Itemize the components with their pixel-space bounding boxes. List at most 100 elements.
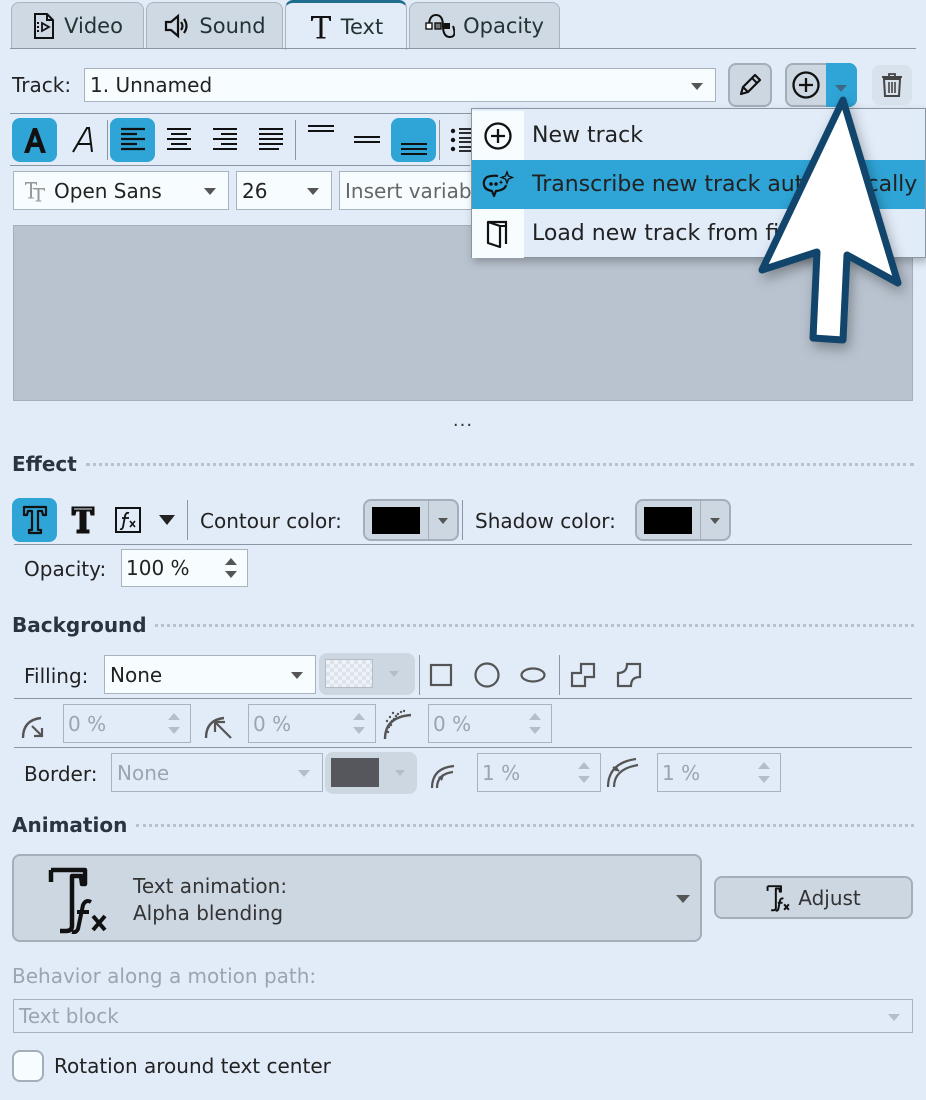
valign-middle-button[interactable] (345, 118, 389, 162)
spin-up-icon[interactable] (168, 713, 180, 720)
border-width-inner-icon (428, 758, 460, 790)
corner-softness-spinner[interactable]: 0 % (428, 704, 552, 743)
contour-color-button[interactable] (363, 499, 459, 541)
tab-sound[interactable]: Sound (146, 2, 283, 49)
align-left-icon (119, 127, 147, 153)
text-contour-button[interactable] (61, 498, 105, 542)
spin-up-icon[interactable] (758, 762, 770, 769)
shape-step-button[interactable] (566, 658, 600, 692)
opacity-spinner[interactable]: 100 % (121, 549, 248, 587)
separator (107, 120, 108, 160)
text-animation-select[interactable]: Text animation: Alpha blending (12, 854, 702, 942)
spin-down-icon[interactable] (353, 727, 365, 734)
corner-radius-spinner-2[interactable]: 0 % (248, 704, 376, 743)
shape-rectangle-button[interactable] (426, 658, 456, 692)
fx-icon (114, 506, 142, 534)
align-right-button[interactable] (203, 118, 247, 162)
corner-radius-value-2: 0 % (253, 711, 292, 736)
corner-radius-out-icon (203, 710, 233, 740)
border-color-button[interactable] (325, 752, 417, 794)
text-animation-icon (47, 866, 113, 934)
text-fill-button[interactable] (12, 498, 57, 542)
adjust-animation-button[interactable]: Adjust (714, 876, 913, 919)
bold-button[interactable] (12, 118, 57, 162)
insert-variable-placeholder: Insert variable (345, 178, 479, 203)
justify-button[interactable] (249, 118, 293, 162)
spin-down-icon[interactable] (529, 727, 541, 734)
font-size-select[interactable]: 26 (236, 171, 332, 210)
text-animation-value: Alpha blending (133, 901, 284, 925)
pointer-arrow-icon (745, 90, 915, 350)
section-divider (136, 824, 914, 827)
track-select[interactable]: 1. Unnamed (84, 68, 716, 102)
tab-opacity[interactable]: Opacity (409, 2, 560, 49)
video-file-icon (32, 13, 56, 39)
chevron-down-icon (888, 1014, 900, 1021)
font-select[interactable]: Open Sans (13, 171, 229, 210)
border-width-value-1: 1 % (482, 760, 521, 785)
tab-text[interactable]: Text (285, 0, 407, 50)
filling-label: Filling: (24, 664, 89, 688)
align-center-button[interactable] (157, 118, 201, 162)
bullet-list-button[interactable] (444, 118, 474, 162)
spin-down-icon[interactable] (225, 571, 237, 578)
chevron-down-icon (204, 188, 216, 195)
separator (439, 120, 440, 160)
align-center-icon (165, 127, 193, 153)
spin-up-icon[interactable] (225, 558, 237, 565)
rotation-checkbox[interactable] (12, 1050, 44, 1082)
tab-video[interactable]: Video (11, 2, 144, 49)
effect-section-title: Effect (12, 452, 77, 476)
plus-circle-icon (483, 121, 513, 151)
corner-radius-value-1: 0 % (68, 711, 107, 736)
spin-up-icon[interactable] (578, 762, 590, 769)
separator (187, 500, 188, 540)
shape-circle-button[interactable] (471, 658, 503, 692)
animation-section-title: Animation (12, 813, 128, 837)
spin-down-icon[interactable] (578, 776, 590, 783)
valign-top-button[interactable] (299, 118, 343, 162)
opacity-curve-icon (425, 12, 456, 40)
insert-variable-select[interactable]: Insert variable (339, 171, 479, 210)
filling-color-swatch (325, 659, 373, 688)
valign-bottom-button[interactable] (391, 118, 436, 162)
tab-label: Video (64, 14, 123, 38)
spin-down-icon[interactable] (168, 727, 180, 734)
contour-color-swatch (372, 507, 420, 534)
spin-up-icon[interactable] (353, 713, 365, 720)
chevron-down-icon (389, 671, 399, 677)
speaker-icon (163, 13, 191, 39)
text-fill-icon (22, 505, 48, 535)
divider (14, 544, 912, 545)
effect-dropdown-icon[interactable] (159, 515, 175, 525)
spin-up-icon[interactable] (529, 713, 541, 720)
border-select[interactable]: None (111, 753, 323, 792)
chevron-down-icon (676, 895, 690, 903)
ellipse-icon (520, 666, 546, 684)
filling-select[interactable]: None (104, 655, 316, 694)
shape-ellipse-button[interactable] (517, 658, 549, 692)
text-contour-icon (70, 505, 96, 535)
tab-label: Opacity (463, 14, 544, 38)
text-effect-button[interactable] (108, 498, 148, 542)
shadow-color-button[interactable] (635, 499, 731, 541)
tab-label: Text (340, 14, 384, 39)
spin-down-icon[interactable] (758, 776, 770, 783)
resize-handle[interactable]: ... (0, 410, 926, 431)
separator (419, 655, 420, 695)
motion-path-select[interactable]: Text block (13, 999, 913, 1033)
divider (14, 747, 912, 748)
border-width-spinner-2[interactable]: 1 % (657, 753, 781, 792)
section-divider (155, 624, 914, 627)
text-animation-label: Text animation: (133, 874, 288, 898)
tab-label: Sound (199, 14, 266, 38)
bold-a-icon (21, 125, 49, 155)
circle-icon (474, 662, 500, 688)
filling-color-button[interactable] (319, 653, 415, 695)
align-left-button[interactable] (110, 118, 155, 162)
border-width-spinner-1[interactable]: 1 % (477, 753, 601, 792)
shape-rounded-step-button[interactable] (612, 658, 646, 692)
corner-radius-spinner-1[interactable]: 0 % (63, 704, 191, 743)
italic-button[interactable] (61, 118, 105, 162)
separator (462, 500, 463, 540)
